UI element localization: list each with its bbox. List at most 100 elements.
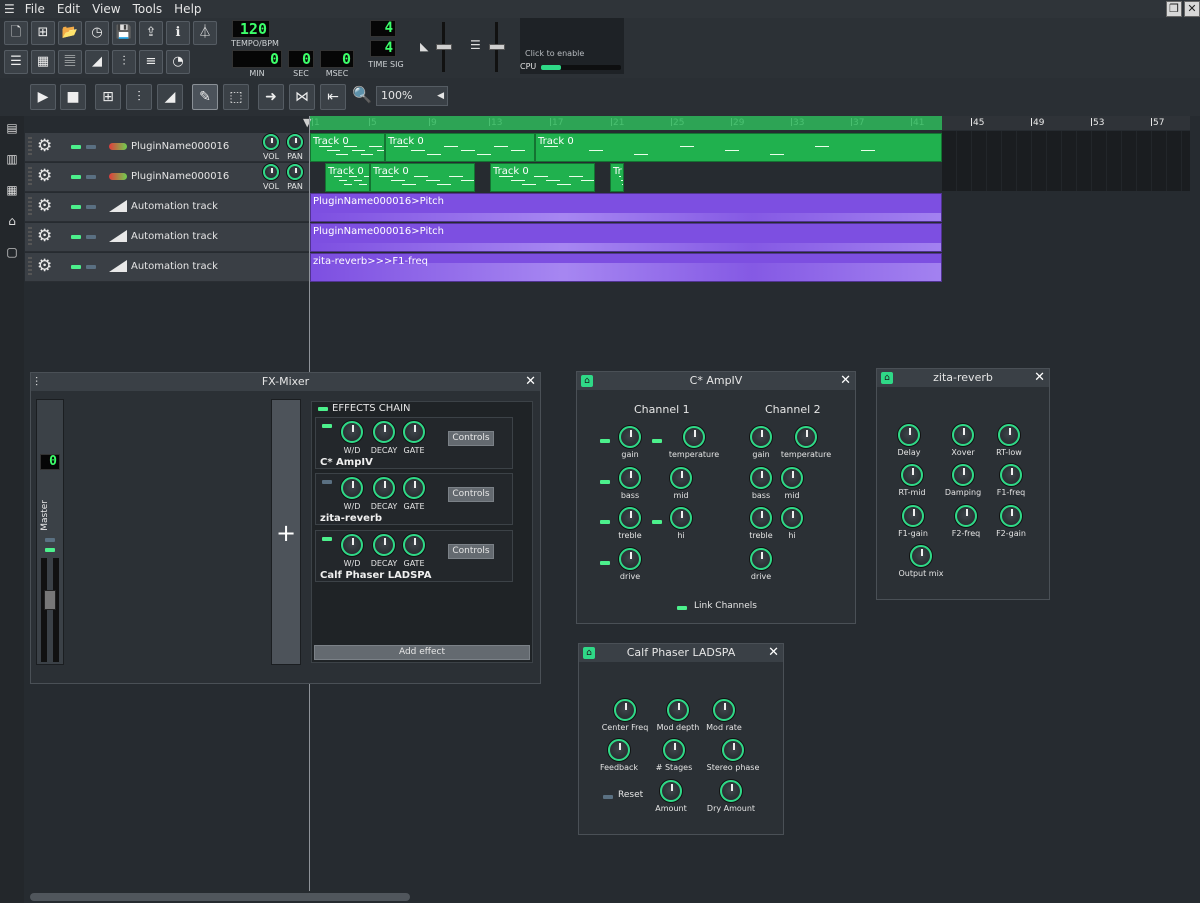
song-editor-icon[interactable]: ☰ [4,50,28,74]
close-icon[interactable]: ✕ [840,372,851,390]
effect-enable-led[interactable] [322,424,332,428]
gear-icon[interactable]: ⚙ [37,166,52,186]
export-project-icon[interactable]: ⇪ [139,21,163,45]
solo-led[interactable] [86,175,96,179]
drag-handle[interactable] [28,227,32,247]
app-menu-icon[interactable]: ☰ [0,2,19,16]
automation-segment[interactable]: PluginName000016>Pitch [310,223,942,252]
mute-led[interactable] [71,205,81,209]
zita-knob-4[interactable] [952,464,974,486]
tempo-display[interactable]: 120 [232,20,270,38]
menu-help[interactable]: Help [168,2,207,16]
fx-mixer-icon[interactable]: ⫶ [112,50,136,74]
menu-file[interactable]: File [19,2,51,16]
phaser-knob-0[interactable] [614,699,636,721]
loop-region[interactable] [310,116,942,130]
automation-editor-icon[interactable]: ◢ [85,50,109,74]
drag-handle[interactable] [28,257,32,277]
new-from-template-icon[interactable]: ⊞ [31,21,55,45]
gate-knob[interactable] [403,534,425,556]
gear-icon[interactable]: ⚙ [37,226,52,246]
stop-icon[interactable]: ■ [60,84,86,110]
ampiv-led[interactable] [652,520,662,524]
phaser-knob-6[interactable] [660,780,682,802]
playhead-marker[interactable]: ▼ [303,116,311,129]
play-icon[interactable]: ▶ [30,84,56,110]
pattern-segment[interactable]: Track 0 [310,133,385,162]
gear-icon[interactable]: ⚙ [37,136,52,156]
mute-led[interactable] [71,175,81,179]
volume-knob[interactable] [263,134,279,150]
master-pitch-handle[interactable] [489,44,505,50]
solo-led[interactable] [86,235,96,239]
close-icon[interactable]: ✕ [768,644,779,662]
controller-rack-icon[interactable]: ◔ [166,50,190,74]
effect-controls-button[interactable]: Controls [448,487,494,502]
track-name[interactable]: Automation track [131,261,218,272]
track-row[interactable]: ⚙ Automation track [25,253,309,282]
track-row[interactable]: ⚙ Automation track [25,223,309,252]
close-icon[interactable]: ✕ [525,373,536,391]
empty-timeline-area[interactable] [942,131,1190,191]
zoom-select[interactable]: 100% ◀ [376,86,448,106]
ampiv-left-bass-knob[interactable] [619,467,641,489]
menu-tools[interactable]: Tools [127,2,169,16]
zita-knob-8[interactable] [1000,505,1022,527]
ampiv-right-bass-knob[interactable] [750,467,772,489]
add-automation-track-icon[interactable]: ◢ [157,84,183,110]
ampiv-led[interactable] [652,439,662,443]
gear-icon[interactable]: ⚙ [37,256,52,276]
automation-segment[interactable]: zita-reverb>>>F1-freq [310,253,942,282]
solo-led[interactable] [86,265,96,269]
time-sig-denominator[interactable]: 4 [370,40,396,57]
wet-dry-knob[interactable] [341,477,363,499]
new-project-icon[interactable]: 🗋 [4,21,28,45]
phaser-knob-7[interactable] [720,780,742,802]
piano-roll-icon[interactable]: 𝄚 [58,50,82,74]
ampiv-left-drive-knob[interactable] [619,548,641,570]
add-beat-track-icon[interactable]: ⊞ [95,84,121,110]
track-name[interactable]: Automation track [131,231,218,242]
draw-mode-icon[interactable]: ✎ [192,84,218,110]
pattern-segment[interactable]: Track 0 [535,133,942,162]
link-channels-led[interactable] [677,606,687,610]
ampiv-left-mid-knob[interactable] [670,467,692,489]
zita-knob-0[interactable] [898,424,920,446]
mute-led[interactable] [45,538,55,542]
edit-mode-icon[interactable]: ⬚ [223,84,249,110]
mute-led[interactable] [71,145,81,149]
ampiv-left-gain-knob[interactable] [619,426,641,448]
ampiv-right-hi-knob[interactable] [781,507,803,529]
mute-led[interactable] [71,265,81,269]
master-channel[interactable]: 0 Master [36,399,64,665]
auto-scroll-icon[interactable]: ➜ [258,84,284,110]
volume-knob[interactable] [263,164,279,180]
track-name[interactable]: PluginName000016 [131,171,229,182]
pan-knob[interactable] [287,164,303,180]
time-sig-numerator[interactable]: 4 [370,20,396,37]
drag-handle[interactable] [28,197,32,217]
add-channel-button[interactable]: + [271,399,301,665]
decay-knob[interactable] [373,477,395,499]
ampiv-right-temperature-knob[interactable] [795,426,817,448]
pattern-segment[interactable]: Track 0 [325,163,370,192]
ampiv-right-treble-knob[interactable] [750,507,772,529]
gate-knob[interactable] [403,477,425,499]
master-volume-handle[interactable] [436,44,452,50]
pattern-segment[interactable]: Track 0 [385,133,535,162]
ampiv-right-drive-knob[interactable] [750,548,772,570]
ampiv-led[interactable] [600,439,610,443]
my-projects-icon[interactable]: ▤ [4,120,20,136]
solo-led[interactable] [86,145,96,149]
track-name[interactable]: Automation track [131,201,218,212]
gate-knob[interactable] [403,421,425,443]
pan-knob[interactable] [287,134,303,150]
drag-handle[interactable] [28,167,32,187]
phaser-knob-3[interactable] [608,739,630,761]
decay-knob[interactable] [373,421,395,443]
close-icon[interactable]: ✕ [1034,369,1045,387]
zita-knob-3[interactable] [901,464,923,486]
loop-points-icon[interactable]: ⋈ [289,84,315,110]
wet-dry-knob[interactable] [341,534,363,556]
phaser-knob-1[interactable] [667,699,689,721]
